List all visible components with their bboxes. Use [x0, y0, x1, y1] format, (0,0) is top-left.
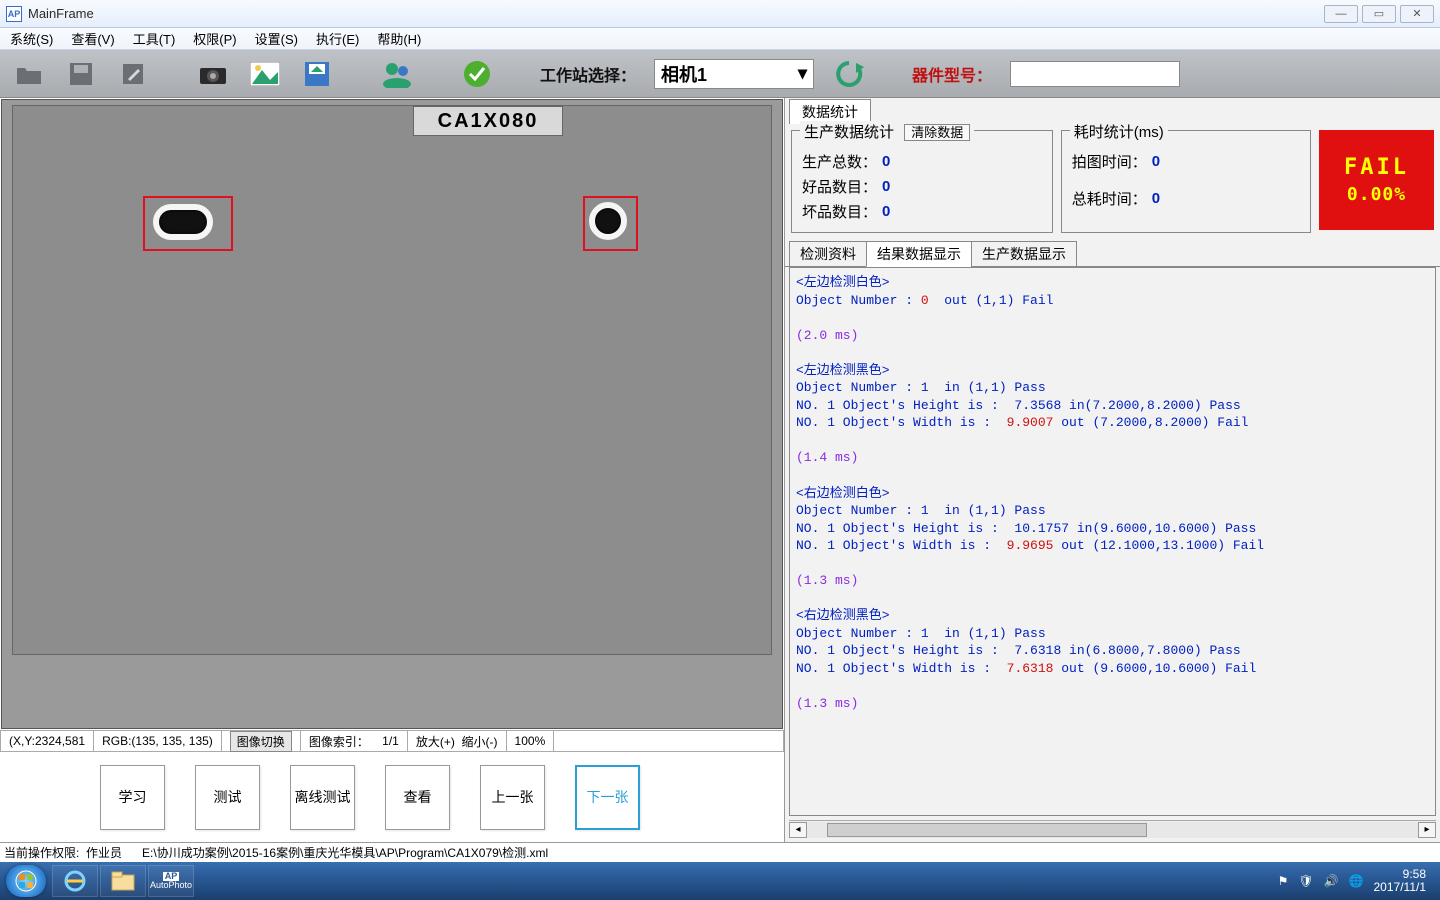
- results-horizontal-scrollbar[interactable]: ◂ ▸: [789, 820, 1436, 838]
- image-index-label: 图像索引：: [309, 733, 369, 750]
- tray-network-icon[interactable]: 🌐: [1349, 874, 1364, 888]
- tray-volume-icon[interactable]: 🔊: [1324, 874, 1339, 888]
- prod-stats-title: 生产数据统计: [804, 124, 894, 141]
- image-icon[interactable]: [248, 57, 282, 91]
- bad-count-label: 坏品数目：: [802, 201, 882, 222]
- zoom-out-button[interactable]: 缩小(-): [462, 733, 498, 750]
- app-icon: AP: [6, 6, 22, 22]
- taskbar-ie-icon[interactable]: [52, 865, 98, 897]
- scroll-right-arrow-icon[interactable]: ▸: [1418, 822, 1436, 838]
- dropdown-arrow-icon: ▾: [798, 63, 807, 84]
- tray-shield-icon[interactable]: 🛡: [1298, 874, 1313, 888]
- time-stats-box: 耗时统计(ms) 拍图时间：0 总耗时间：0: [1061, 130, 1311, 233]
- menu-settings[interactable]: 设置(S): [255, 29, 298, 48]
- app-status-bar: 当前操作权限: 作业员 E:\协川成功案例\2015-16案例\重庆光华模具\A…: [0, 842, 1440, 862]
- right-panel: 数据统计 生产数据统计 清除数据 生产总数：0 好品数目：0 坏品数目：0 耗时…: [785, 98, 1440, 842]
- part-image: CA1X080: [12, 105, 772, 655]
- open-folder-icon[interactable]: [12, 57, 46, 91]
- test-button[interactable]: 测试: [195, 765, 260, 830]
- taskbar-autophoto-app[interactable]: APAutoPhoto: [148, 865, 194, 897]
- save-image-icon[interactable]: [300, 57, 334, 91]
- menu-help[interactable]: 帮助(H): [377, 29, 421, 48]
- close-button[interactable]: ✕: [1400, 5, 1434, 23]
- clock-date: 2017/11/1: [1374, 881, 1427, 894]
- result-status-text: FAIL: [1344, 155, 1409, 180]
- save-icon[interactable]: [64, 57, 98, 91]
- scrollbar-thumb[interactable]: [827, 823, 1147, 837]
- total-count-value: 0: [882, 153, 890, 170]
- window-titlebar: AP MainFrame — ▭ ✕: [0, 0, 1440, 28]
- result-tabs: 检测资料 结果数据显示 生产数据显示: [785, 241, 1440, 267]
- view-button[interactable]: 查看: [385, 765, 450, 830]
- tab-result-display[interactable]: 结果数据显示: [866, 241, 972, 267]
- windows-taskbar: APAutoPhoto ⚑ 🛡 🔊 🌐 9:58 2017/11/1: [0, 862, 1440, 900]
- image-status-bar: (X,Y:2324,581 RGB:(135, 135, 135) 图像切换 图…: [0, 730, 784, 752]
- bad-count-value: 0: [882, 203, 890, 220]
- autophoto-label: AutoPhoto: [150, 881, 192, 890]
- good-count-value: 0: [882, 178, 890, 195]
- total-time-label: 总耗时间：: [1072, 188, 1152, 209]
- action-button-row: 学习 测试 离线测试 查看 上一张 下一张: [0, 752, 784, 842]
- left-panel: CA1X080 (X,Y:2324,581 RGB:(135, 135, 135…: [0, 98, 785, 842]
- current-file-path: E:\协川成功案例\2015-16案例\重庆光华模具\AP\Program\CA…: [142, 844, 548, 861]
- good-count-label: 好品数目：: [802, 176, 882, 197]
- offline-test-button[interactable]: 离线测试: [290, 765, 355, 830]
- minimize-button[interactable]: —: [1324, 5, 1358, 23]
- toolbar: 工作站选择： 相机1 ▾ 器件型号：: [0, 50, 1440, 98]
- menu-permission[interactable]: 权限(P): [193, 29, 236, 48]
- taskbar-explorer-icon[interactable]: [100, 865, 146, 897]
- menu-bar: 系统(S) 查看(V) 工具(T) 权限(P) 设置(S) 执行(E) 帮助(H…: [0, 28, 1440, 50]
- tab-inspection-data[interactable]: 检测资料: [789, 241, 867, 267]
- time-stats-title: 耗时统计(ms): [1070, 121, 1168, 142]
- coord-readout: (X,Y:2324,581: [1, 731, 94, 751]
- station-select-value: 相机1: [661, 61, 707, 87]
- maximize-button[interactable]: ▭: [1362, 5, 1396, 23]
- menu-view[interactable]: 查看(V): [71, 29, 114, 48]
- refresh-icon[interactable]: [832, 57, 866, 91]
- total-count-label: 生产总数：: [802, 151, 882, 172]
- image-switch-button[interactable]: 图像切换: [230, 731, 292, 752]
- next-image-button[interactable]: 下一张: [575, 765, 640, 830]
- permission-label: 当前操作权限:: [4, 846, 79, 860]
- station-select[interactable]: 相机1 ▾: [654, 59, 814, 89]
- image-index-value: 1/1: [382, 734, 399, 748]
- edit-icon[interactable]: [116, 57, 150, 91]
- prev-image-button[interactable]: 上一张: [480, 765, 545, 830]
- start-button[interactable]: [6, 865, 46, 897]
- roi-right: [583, 196, 638, 251]
- permission-value: 作业员: [86, 846, 122, 860]
- tab-production-display[interactable]: 生产数据显示: [971, 241, 1077, 267]
- capture-time-label: 拍图时间：: [1072, 151, 1152, 172]
- roi-left: [143, 196, 233, 251]
- total-time-value: 0: [1152, 190, 1160, 207]
- window-title: MainFrame: [28, 6, 94, 21]
- results-text-area[interactable]: <左边检测白色> Object Number : 0 out (1,1) Fai…: [789, 267, 1436, 816]
- zoom-in-button[interactable]: 放大(+): [416, 733, 455, 750]
- check-ok-icon[interactable]: [460, 57, 494, 91]
- tray-flag-icon[interactable]: ⚑: [1278, 874, 1289, 888]
- part-label-tag: CA1X080: [413, 106, 563, 136]
- clear-data-button[interactable]: 清除数据: [904, 124, 970, 141]
- model-label: 器件型号：: [912, 62, 992, 86]
- result-status-box: FAIL 0.00%: [1319, 130, 1434, 230]
- station-select-label: 工作站选择：: [540, 62, 636, 86]
- capture-time-value: 0: [1152, 153, 1160, 170]
- menu-execute[interactable]: 执行(E): [316, 29, 359, 48]
- zoom-percent: 100%: [507, 731, 555, 751]
- camera-icon[interactable]: [196, 57, 230, 91]
- image-viewer[interactable]: CA1X080: [1, 99, 783, 729]
- rgb-readout: RGB:(135, 135, 135): [94, 731, 222, 751]
- scroll-left-arrow-icon[interactable]: ◂: [789, 822, 807, 838]
- model-select[interactable]: [1010, 61, 1180, 87]
- study-button[interactable]: 学习: [100, 765, 165, 830]
- result-status-percent: 0.00%: [1347, 184, 1406, 205]
- production-stats-box: 生产数据统计 清除数据 生产总数：0 好品数目：0 坏品数目：0: [791, 130, 1053, 233]
- users-icon[interactable]: [380, 57, 414, 91]
- menu-tools[interactable]: 工具(T): [133, 29, 176, 48]
- taskbar-clock[interactable]: 9:58 2017/11/1: [1374, 868, 1427, 894]
- system-tray: ⚑ 🛡 🔊 🌐 9:58 2017/11/1: [1278, 868, 1434, 894]
- menu-system[interactable]: 系统(S): [10, 29, 53, 48]
